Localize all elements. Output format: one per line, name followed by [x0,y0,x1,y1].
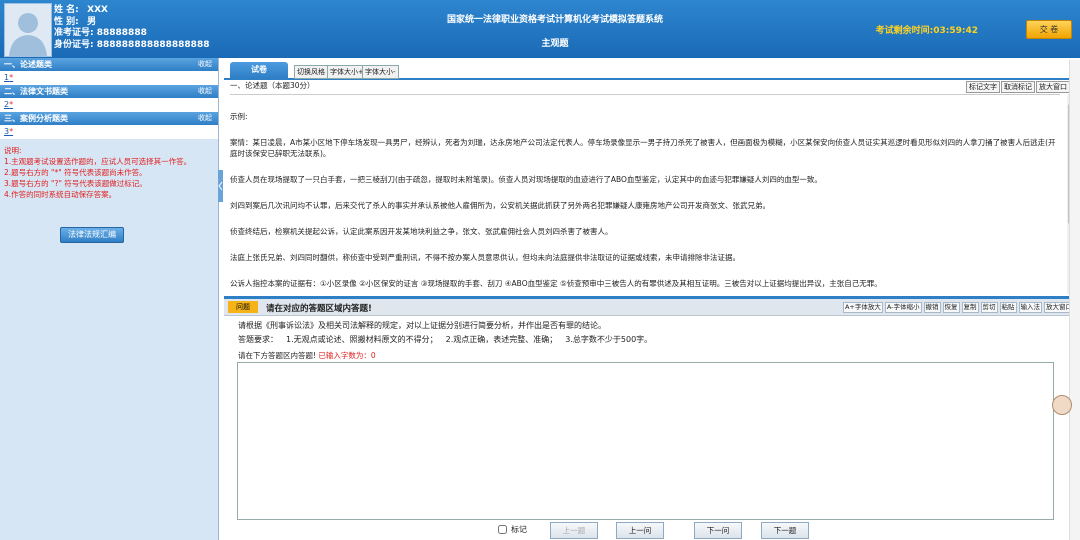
system-subtitle: 主观题 [541,39,569,49]
timer-label: 考试剩余时间: [875,26,934,36]
mark-label: 标记 [511,525,527,534]
next-question-button[interactable]: 下一题 [761,522,809,539]
section-questions-3: 3* [0,125,218,139]
cut-tool[interactable]: 剪切 [980,302,998,313]
question-paragraph: 公诉人指控本案的证据有：①小区录像 ②小区保安的证言 ③现场提取的手套、刮刀 ④… [230,279,882,288]
instruction-2: 2.题号右方的 "*" 符号代表该题尚未作答。 [4,168,147,177]
question-paragraph: 法庭上张氏兄弟、刘四同时翻供，称侦查中受到严重刑讯，不得不按办案人员意思供认，但… [230,253,740,262]
page-scrollbar[interactable] [1069,60,1080,540]
answer-prompt: 请在下方答题区内答题! 已输入字数为：0 [238,350,376,361]
copy-tool[interactable]: 复制 [961,302,979,313]
collapse-toggle-2[interactable]: 收起 [198,85,212,98]
section-title-3: 三、案例分析题类 [4,114,68,123]
sidebar-collapse-handle[interactable] [218,170,223,202]
question-paragraph: 刘四到案后几次讯问均不认罪，后来交代了杀人的事实并承认系被他人雇佣所为，公安机关… [230,201,770,210]
section-header-1: 一、论述题类 收起 [0,58,218,71]
prev-question-button[interactable]: 上一题 [550,522,598,539]
undo-tool[interactable]: 撤销 [923,302,941,313]
unmark-button[interactable]: 取消标记 [1001,81,1035,93]
instruction-1: 1.主观题考试设置选作题的，应试人员可选择其一作答。 [4,157,192,166]
criteria-item: 2.观点正确，表述完整、准确； [445,335,558,344]
law-compilation-button[interactable]: 法律法规汇编 [60,227,124,243]
section-title: 一、论述题（本题30分） [230,81,315,90]
criteria-label: 答题要求： [238,335,278,344]
unanswered-star-1: * [9,73,14,82]
criteria-item: 3.总字数不少于500字。 [565,335,653,344]
section-header-2: 二、法律文书题类 收起 [0,85,218,98]
assistant-avatar-icon[interactable] [1052,395,1072,415]
collapse-toggle-1[interactable]: 收起 [198,58,212,71]
section-title-1: 一、论述题类 [4,60,52,69]
paste-tool[interactable]: 粘贴 [999,302,1017,313]
answer-prompt-text: 请在下方答题区内答题! [238,351,317,360]
answer-requirement: 请根据《刑事诉讼法》及相关司法解释的规定，对以上证据分别进行简要分析，并作出是否… [238,321,606,330]
enlarge-window-button[interactable]: 放大窗口 [1036,81,1070,93]
question-paragraph: 案情：某日凌晨，A市某小区地下停车场发现一具男尸，经辨认，死者为刘瑞，达永房地产… [230,138,1056,158]
question-nav: 标记 上一题 上一问 下一问 下一题 [224,522,1080,540]
tab-bar: 试卷 切换风格 字体大小+ 字体大小- [224,62,1080,80]
question-link-3[interactable]: 3* [4,127,13,136]
input-method-tool[interactable]: 输入法 [1018,302,1042,313]
question-label: 问题 [228,301,258,313]
switch-style-button[interactable]: 切换风格 [294,65,328,79]
answer-toolbar: 问题 请在对应的答题区域内答题! A+字体放大 A-字体缩小 撤销 恢复 复制 剪切 粘贴输… [224,299,1080,316]
redo-tool[interactable]: 恢复 [942,302,960,313]
answer-input[interactable] [237,362,1054,520]
mark-text-button[interactable]: 标记文字 [966,81,1000,93]
question-toolbar: 标记文字 取消标记 放大窗口 [965,81,1070,93]
answer-instruction-title: 请在对应的答题区域内答题! [266,304,372,314]
main-panel: 试卷 切换风格 字体大小+ 字体大小- 一、论述题（本题30分） 标记文字 取消标… [224,58,1080,540]
section-header-3: 三、案例分析题类 收起 [0,112,218,125]
timer-value: 03:59:42 [933,26,978,36]
next-sub-question-button[interactable]: 下一问 [694,522,742,539]
question-paragraph: 侦查终结后，检察机关提起公诉，认定此案系因开发某地块利益之争，张文、张武雇佣社会… [230,227,613,236]
char-count-value: 0 [370,351,376,360]
collapse-toggle-3[interactable]: 收起 [198,112,212,125]
section-questions-1: 1* [0,71,218,85]
question-link-2[interactable]: 2* [4,100,13,109]
instructions: 说明: 1.主观题考试设置选作题的，应试人员可选择其一作答。 2.题号右方的 "… [0,139,218,206]
unanswered-star-2: * [9,100,14,109]
question-content: 示例: 案情：某日凌晨，A市某小区地下停车场发现一具男尸，经辨认，死者为刘瑞，达… [230,94,1060,295]
exam-timer: 考试剩余时间:03:59:42 [876,23,978,36]
criteria-item: 1.无观点或论述、照搬材料原文的不得分； [286,335,438,344]
chevron-left-icon [218,181,223,191]
instructions-title: 说明: [4,146,22,155]
font-enlarge-tool[interactable]: A+字体放大 [842,302,883,313]
instruction-4: 4.作答的同时系统自动保存答案。 [4,190,117,199]
question-paragraph: 侦查人员在现场提取了一只白手套，一把三棱刮刀(由于疏忽，提取时未附笔录)。侦查人… [230,175,822,184]
sidebar: 一、论述题类 收起 1* 二、法律文书题类 收起 2* 三、案例分析题类 收起 3* … [0,58,219,540]
font-shrink-tool[interactable]: A-字体缩小 [884,302,922,313]
submit-button[interactable]: 交 卷 [1026,20,1072,39]
header: 姓 名: XXX 性 别: 男 准考证号: 88888888 身份证号: 888… [0,0,1080,58]
tab-paper[interactable]: 试卷 [230,62,288,78]
char-count: 已输入字数为：0 [318,351,375,360]
question-link-1[interactable]: 1* [4,73,13,82]
section-title-2: 二、法律文书题类 [4,87,68,96]
font-increase-button[interactable]: 字体大小+ [327,65,367,79]
mark-checkbox-input[interactable] [498,525,507,534]
section-questions-2: 2* [0,98,218,112]
prev-sub-question-button[interactable]: 上一问 [616,522,664,539]
font-decrease-button[interactable]: 字体大小- [362,65,399,79]
unanswered-star-3: * [9,127,14,136]
answer-criteria: 答题要求： 1.无观点或论述、照搬材料原文的不得分； 2.观点正确，表述完整、准确；… [238,334,660,345]
char-count-label: 已输入字数为： [318,351,371,360]
question-paragraph: 示例: [230,112,248,121]
editor-tools: A+字体放大 A-字体缩小 撤销 恢复 复制 剪切 粘贴 输入法 放大窗口 [841,302,1074,313]
instruction-3: 3.题号右方的 "?" 符号代表该题做过标记。 [4,179,147,188]
mark-checkbox[interactable]: 标记 [498,524,527,535]
